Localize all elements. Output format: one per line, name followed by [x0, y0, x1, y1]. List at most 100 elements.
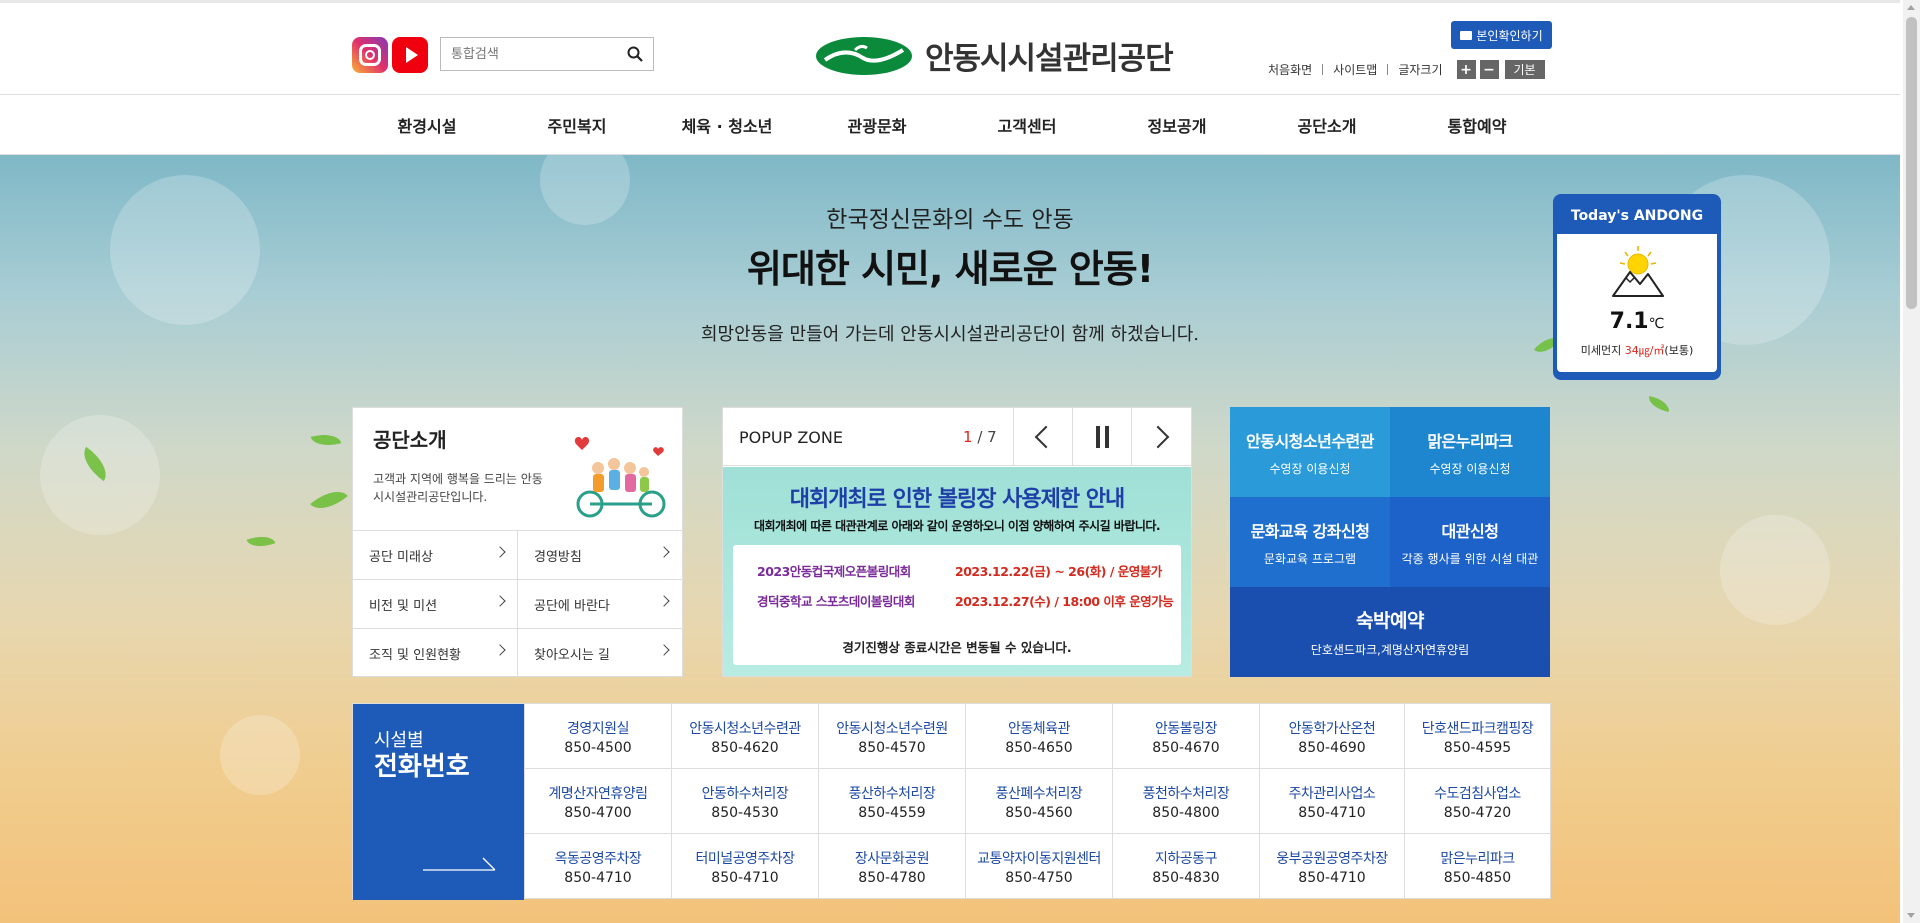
popup-header: POPUP ZONE 1 / 7	[723, 408, 1191, 466]
popup-pause-button[interactable]	[1072, 408, 1131, 466]
facility-phone-number: 850-4710	[1298, 870, 1366, 886]
nav-reservation[interactable]: 통합예약	[1402, 95, 1552, 155]
quick-clean-nuri-park[interactable]: 맑은누리파크 수영장 이용신청	[1390, 407, 1550, 497]
scroll-down-icon[interactable]	[1907, 913, 1915, 918]
chevron-right-icon	[494, 644, 506, 656]
fine-dust-info: 미세먼지 34㎍/㎥(보통)	[1557, 342, 1717, 358]
facility-phone-number: 850-4670	[1152, 740, 1220, 756]
scrollbar-thumb[interactable]	[1906, 17, 1917, 309]
about-title: 공단소개	[373, 428, 447, 452]
quick-subtitle: 수영장 이용신청	[1429, 461, 1511, 476]
search-icon[interactable]	[627, 46, 643, 62]
about-link[interactable]: 찾아오시는 길	[517, 628, 682, 677]
phone-entry: 장사문화공원 850-4780	[818, 834, 965, 898]
nav-tourism-culture[interactable]: 관광문화	[802, 95, 952, 155]
event-date: 2023.12.22(금) ~ 26(화) / 운영불가	[955, 564, 1162, 579]
popup-banner[interactable]: 대회개최로 인한 볼링장 사용제한 안내 대회개최에 따른 대관관계로 아래와 …	[723, 467, 1191, 676]
facility-name: 풍산폐수처리장	[995, 786, 1083, 802]
facility-name: 안동시청소년수련관	[689, 721, 801, 737]
popup-title: POPUP ZONE	[739, 428, 843, 447]
quick-facility-rental[interactable]: 대관신청 각종 행사를 위한 시설 대관	[1390, 497, 1550, 587]
leaf-decoration	[1647, 396, 1671, 412]
facility-name: 주차관리사업소	[1288, 786, 1376, 802]
nav-welfare[interactable]: 주민복지	[502, 95, 652, 155]
site-logo[interactable]: 안동시시설관리공단	[815, 33, 1174, 78]
phone-grid: 경영지원실 850-4500 안동시청소년수련관 850-4620 안동시청소년수련원 8…	[524, 704, 1550, 898]
logo-text: 안동시시설관리공단	[925, 41, 1174, 77]
about-link[interactable]: 공단에 바란다	[517, 579, 682, 628]
quick-lodging-reservation[interactable]: 숙박예약 단호샌드파크,계명산자연휴양림	[1230, 587, 1550, 677]
facility-phone-number: 850-4595	[1443, 740, 1512, 756]
facility-phone-number: 850-4560	[1005, 805, 1073, 821]
quick-menu: 안동시청소년수련관 수영장 이용신청 맑은누리파크 수영장 이용신청 문화교육 …	[1230, 407, 1550, 677]
banner-title: 대회개최로 인한 볼링장 사용제한 안내	[789, 487, 1125, 512]
pause-icon	[1095, 426, 1109, 448]
page-scrollbar[interactable]	[1903, 0, 1920, 923]
facility-phone-number: 850-4710	[564, 870, 632, 886]
arrow-right-icon[interactable]	[423, 856, 497, 872]
schedule-row: 경덕중학교 스포츠데이볼링대회 2023.12.27(수) / 18:00 이후…	[757, 591, 1174, 610]
identity-verify-label: 본인확인하기	[1476, 28, 1543, 43]
home-link[interactable]: 처음화면	[1268, 61, 1312, 78]
quick-subtitle: 각종 행사를 위한 시설 대관	[1401, 551, 1539, 566]
search-input[interactable]	[441, 38, 611, 70]
about-link[interactable]: 경영방침	[517, 530, 682, 579]
nav-sports-youth[interactable]: 체육 · 청소년	[652, 95, 802, 155]
main-nav: 환경시설 주민복지 체육 · 청소년 관광문화 고객센터 정보공개 공단소개 통…	[0, 95, 1900, 155]
banner-subtitle: 대회개최에 따른 대관관계로 아래와 같이 운영하오니 이점 양해하여 주시길 …	[753, 519, 1161, 533]
phone-entry: 단호샌드파크캠핑장 850-4595	[1404, 704, 1550, 769]
facility-phone-number: 850-4530	[711, 805, 779, 821]
facility-phone-number: 850-4620	[711, 740, 779, 756]
about-link[interactable]: 공단 미래상	[353, 530, 518, 579]
nav-info-disclosure[interactable]: 정보공개	[1102, 95, 1252, 155]
facility-name: 안동학가산온천	[1288, 721, 1376, 737]
popup-prev-button[interactable]	[1013, 408, 1072, 466]
weather-body: 7.1℃ 미세먼지 34㎍/㎥(보통)	[1557, 234, 1717, 372]
quick-youth-center[interactable]: 안동시청소년수련관 수영장 이용신청	[1230, 407, 1390, 497]
site-header: 안동시시설관리공단 본인확인하기 처음화면 사이트맵 글자크기 + − 기본	[0, 0, 1900, 95]
popup-next-button[interactable]	[1131, 408, 1190, 466]
phone-entry: 안동볼링장 850-4670	[1112, 704, 1259, 769]
quick-subtitle: 수영장 이용신청	[1269, 461, 1351, 476]
instagram-icon[interactable]	[352, 37, 388, 73]
youtube-icon[interactable]	[392, 37, 428, 73]
sitemap-link[interactable]: 사이트맵	[1333, 61, 1377, 78]
facility-name: 풍천하수처리장	[1142, 786, 1230, 802]
nav-customer-center[interactable]: 고객센터	[952, 95, 1102, 155]
dust-label: 미세먼지	[1580, 344, 1622, 357]
facility-phone-number: 850-4710	[1298, 805, 1366, 821]
scroll-up-icon[interactable]	[1907, 5, 1915, 10]
logo-mark-icon	[816, 36, 912, 75]
font-reset-button[interactable]: 기본	[1504, 60, 1545, 79]
facility-name: 옥동공영주차장	[554, 851, 642, 867]
quick-title: 안동시청소년수련관	[1246, 431, 1374, 451]
phone-entry: 안동시청소년수련관 850-4620	[671, 704, 818, 769]
font-increase-button[interactable]: +	[1456, 60, 1476, 79]
nav-environment[interactable]: 환경시설	[352, 95, 502, 155]
quick-culture-class[interactable]: 문화교육 강좌신청 문화교육 프로그램	[1230, 497, 1390, 587]
about-link[interactable]: 비전 및 미션	[353, 579, 518, 628]
phone-entry: 풍천하수처리장 850-4800	[1112, 769, 1259, 834]
facility-name: 안동체육관	[1008, 721, 1070, 737]
quick-title: 문화교육 강좌신청	[1250, 521, 1370, 541]
facility-name: 지하공동구	[1155, 851, 1217, 867]
about-link[interactable]: 조직 및 인원현황	[353, 628, 518, 677]
facility-name: 안동볼링장	[1155, 721, 1217, 737]
facility-phone-number: 850-4710	[711, 870, 779, 886]
leaf-decoration	[310, 482, 348, 518]
nav-about[interactable]: 공단소개	[1252, 95, 1402, 155]
phone-label-line2: 전화번호	[374, 752, 470, 782]
about-link-label: 찾아오시는 길	[534, 647, 610, 663]
facility-name: 장사문화공원	[854, 851, 930, 867]
facility-name: 맑은누리파크	[1440, 851, 1515, 867]
facility-name: 수도검침사업소	[1434, 786, 1521, 802]
facility-name: 안동하수처리장	[701, 786, 789, 802]
popup-zone: POPUP ZONE 1 / 7 대회개최로 인한 볼링장 사용제한 안내 대회…	[722, 407, 1192, 677]
about-description: 고객과 지역에 행복을 드리는 안동시시설관리공단입니다.	[373, 472, 543, 504]
font-decrease-button[interactable]: −	[1479, 60, 1499, 79]
quick-title: 숙박예약	[1356, 610, 1424, 632]
facility-name: 계명산자연휴양림	[548, 786, 648, 802]
chevron-right-icon	[494, 546, 506, 558]
facility-phone-number: 850-4559	[858, 805, 926, 821]
identity-verify-button[interactable]: 본인확인하기	[1451, 21, 1552, 49]
